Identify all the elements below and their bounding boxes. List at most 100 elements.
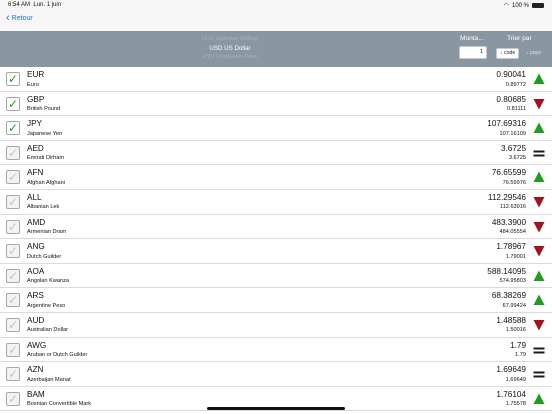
- currency-code: AED: [27, 143, 44, 153]
- currency-row[interactable]: ✓ AZN Azerbaijan Manat 1.69649 1.69649: [0, 362, 552, 387]
- currency-name: Armenian Dram: [27, 229, 67, 236]
- currency-row[interactable]: ✓ AUD Australian Dollar 1.48588 1.50016: [0, 313, 552, 338]
- status-right: ◠ 100 %: [504, 2, 544, 9]
- currency-name: Emirati Dirham: [27, 155, 64, 162]
- rate-value: 1.76104: [496, 389, 526, 399]
- checkbox[interactable]: ✓: [6, 268, 20, 283]
- trend-down-icon: [533, 196, 545, 208]
- picker-item[interactable]: UGX Ugandan Shilling: [170, 35, 290, 44]
- rate-value: 1.48588: [496, 315, 526, 325]
- previous-rate-value: 67.99424: [502, 302, 526, 309]
- status-bar: 6:54 AM Lun. 1 juin ◠ 100 %: [0, 0, 552, 10]
- currency-row[interactable]: ✓ AMD Armenian Dram 483.3900 484.05554: [0, 215, 552, 240]
- currency-row[interactable]: ✓ JPY Japanese Yen 107.69316 107.16109: [0, 116, 552, 141]
- amount-label: Monta...: [460, 35, 484, 42]
- currency-list: ✓ EUR Euro 0.90041 0.89772 ✓ GBP British Pound 0…: [0, 67, 552, 412]
- rate-value: 1.69649: [496, 365, 526, 375]
- checkbox[interactable]: ✓: [6, 145, 20, 160]
- currency-row[interactable]: ✓ AED Emirati Dirham 3.6725 3.6725: [0, 141, 552, 166]
- checkbox[interactable]: ✓: [6, 72, 20, 86]
- trend-up-icon: [533, 294, 545, 306]
- home-indicator[interactable]: [207, 407, 345, 410]
- currency-row[interactable]: ✓ EUR Euro 0.90041 0.89772: [0, 67, 552, 92]
- currency-code: ARS: [27, 291, 44, 301]
- sort-by-code-button[interactable]: ↓ code: [496, 48, 520, 59]
- trend-down-icon: [533, 221, 545, 233]
- currency-row[interactable]: ✓ ANG Dutch Guilder 1.78967 1.79001: [0, 239, 552, 264]
- rate-value: 3.6725: [500, 143, 526, 153]
- rate-value: 1.79: [510, 340, 526, 350]
- checkbox[interactable]: ✓: [6, 342, 20, 357]
- currency-row[interactable]: ✓ ALL Albanian Lek 112.29546 112.63916: [0, 190, 552, 215]
- rate-value: 588.14095: [487, 266, 526, 276]
- currency-name: Albanian Lek: [27, 204, 60, 211]
- back-button[interactable]: ‹ Retour: [6, 13, 33, 24]
- checkbox[interactable]: ✓: [6, 317, 20, 332]
- currency-code: AUD: [27, 315, 45, 325]
- trend-up-icon: [533, 122, 545, 134]
- currency-row[interactable]: ✓ ARS Argentine Peso 68.38269 67.99424: [0, 288, 552, 313]
- checkbox[interactable]: ✓: [6, 194, 20, 209]
- currency-name: Argentine Peso: [27, 302, 66, 309]
- checkbox[interactable]: ✓: [6, 121, 20, 136]
- currency-row[interactable]: ✓ AWG Aruban or Dutch Guilder 1.79 1.79: [0, 338, 552, 363]
- battery-percent: 100 %: [511, 2, 529, 9]
- back-label: Retour: [11, 15, 33, 22]
- currency-name: Aruban or Dutch Guilder: [27, 352, 88, 359]
- trend-down-icon: [533, 319, 545, 331]
- trend-up-icon: [533, 393, 545, 404]
- currency-code: AOA: [27, 266, 45, 276]
- trend-up-icon: [533, 73, 545, 84]
- checkbox[interactable]: ✓: [6, 219, 20, 234]
- checkbox[interactable]: ✓: [6, 293, 20, 308]
- status-time: 6:54 AM Lun. 1 juin: [8, 2, 62, 8]
- rate-value: 68.38269: [491, 291, 526, 301]
- checkbox[interactable]: ✓: [6, 391, 20, 406]
- rate-value: 112.29546: [487, 192, 526, 202]
- trend-flat-icon: [533, 150, 545, 157]
- currency-name: Japanese Yen: [27, 130, 63, 137]
- rate-value: 0.80685: [496, 94, 526, 104]
- trend-up-icon: [533, 270, 545, 281]
- checkbox[interactable]: ✓: [6, 96, 20, 111]
- previous-rate-value: 1.69649: [505, 376, 526, 383]
- battery-icon: [532, 3, 544, 8]
- picker-item[interactable]: USD US Dollar: [170, 44, 290, 53]
- wifi-icon: ◠: [503, 3, 509, 9]
- sort-by-country-button[interactable]: ↓ pays: [523, 48, 544, 59]
- currency-name: Bosnian Convertible Mark: [27, 401, 92, 408]
- previous-rate-value: 1.79: [515, 352, 526, 359]
- amount-input[interactable]: 1: [459, 46, 487, 59]
- currency-name: Afghan Afghani: [27, 179, 65, 186]
- previous-rate-value: 3.6725: [508, 155, 526, 162]
- checkbox[interactable]: ✓: [6, 244, 20, 259]
- currency-code: JPY: [27, 119, 43, 129]
- rate-value: 0.90041: [496, 70, 526, 79]
- previous-rate-value: 76.59976: [502, 179, 526, 186]
- previous-rate-value: 1.50016: [505, 327, 526, 334]
- currency-name: Dutch Guilder: [27, 253, 62, 260]
- currency-code: AZN: [27, 365, 44, 375]
- currency-row[interactable]: ✓ AFN Afghan Afghani 76.65599 76.59976: [0, 165, 552, 190]
- nav-bar: ‹ Retour: [0, 10, 552, 31]
- previous-rate-value: 1.75578: [505, 401, 526, 408]
- previous-rate-value: 574.95803: [499, 278, 526, 285]
- rate-value: 483.3900: [491, 217, 526, 227]
- currency-code: ALL: [27, 192, 42, 202]
- sort-label: Trier par: [507, 35, 532, 42]
- trend-down-icon: [533, 98, 545, 110]
- currency-code: EUR: [27, 70, 45, 79]
- base-currency-picker[interactable]: UGX Ugandan Shilling USD US Dollar UYU Uru…: [170, 35, 290, 62]
- currency-name: British Pound: [27, 106, 61, 113]
- checkbox[interactable]: ✓: [6, 170, 20, 185]
- rate-value: 1.78967: [496, 242, 526, 252]
- previous-rate-value: 107.16109: [499, 130, 526, 137]
- checkbox[interactable]: ✓: [6, 367, 20, 382]
- previous-rate-value: 1.79001: [505, 253, 526, 260]
- currency-name: Euro: [27, 81, 39, 88]
- trend-down-icon: [533, 246, 545, 257]
- currency-row[interactable]: ✓ GBP British Pound 0.80685 0.81111: [0, 92, 552, 117]
- picker-item[interactable]: UYU Uruguayan Peso: [170, 53, 290, 62]
- currency-code: AMD: [27, 217, 46, 227]
- currency-row[interactable]: ✓ AOA Angolan Kwanza 588.14095 574.95803: [0, 264, 552, 289]
